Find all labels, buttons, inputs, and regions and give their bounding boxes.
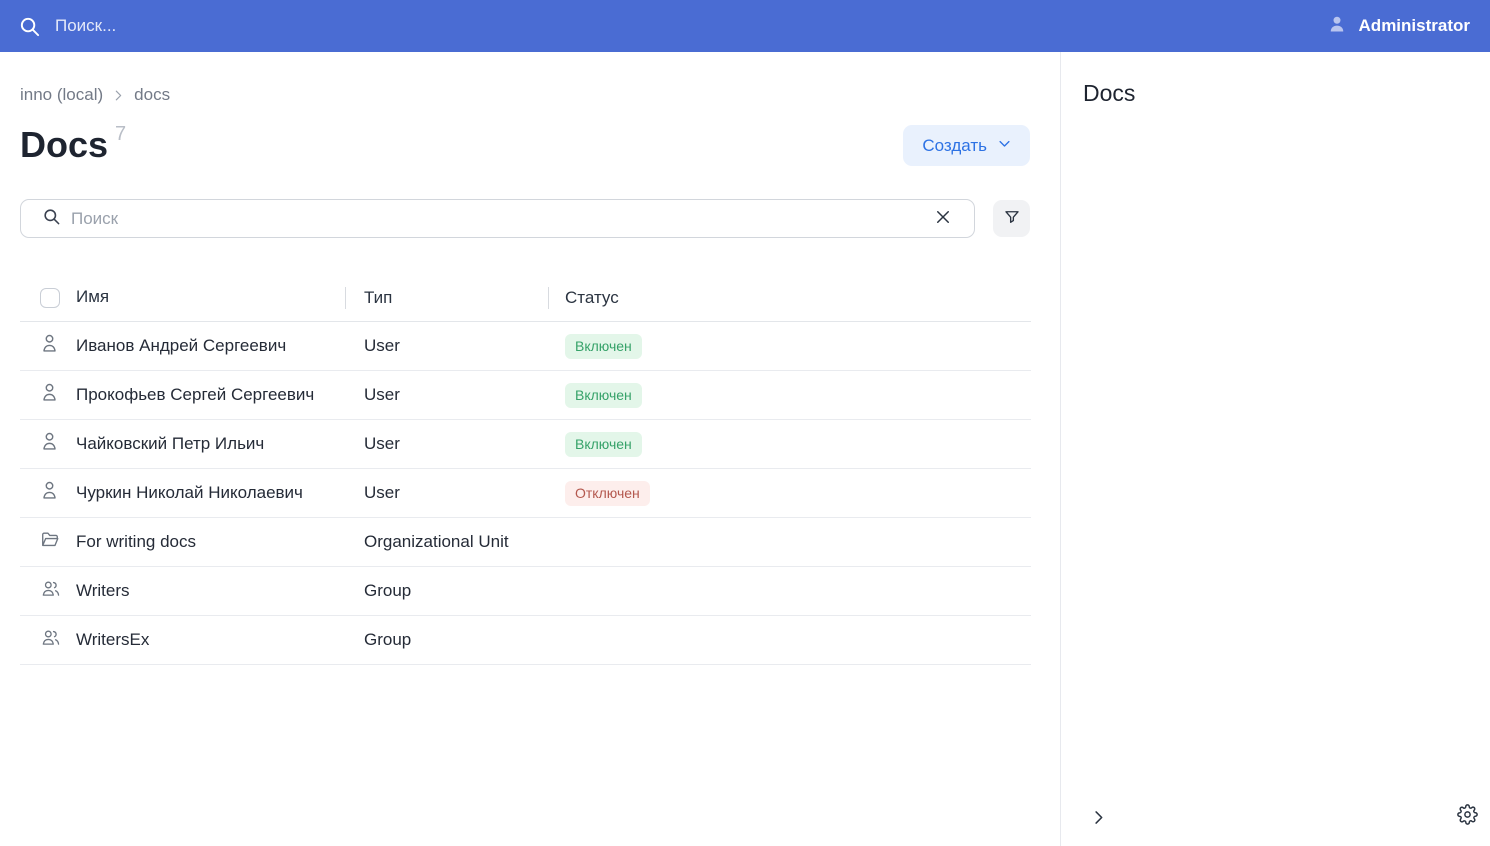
- global-search: [18, 15, 1327, 38]
- row-type: User: [345, 420, 548, 468]
- row-name: Иванов Андрей Сергеевич: [76, 325, 345, 367]
- objects-table: Имя Тип Статус Иванов Андрей Сергеевич U…: [20, 274, 1031, 665]
- table-header: Имя Тип Статус: [20, 274, 1031, 322]
- gear-icon: [1457, 804, 1478, 828]
- table-row[interactable]: WritersEx Group: [20, 616, 1031, 665]
- title-row: Docs7 Создать: [20, 125, 1030, 166]
- settings-button[interactable]: [1453, 800, 1482, 832]
- funnel-icon: [1003, 208, 1021, 229]
- collapse-panel-button[interactable]: [1085, 804, 1112, 834]
- clear-search-button[interactable]: [928, 202, 958, 235]
- table-row[interactable]: Чуркин Николай Николаевич User Отключен: [20, 469, 1031, 518]
- topbar: Administrator: [0, 0, 1490, 52]
- row-type: User: [345, 469, 548, 517]
- search-icon: [18, 15, 41, 38]
- table-row[interactable]: Прокофьев Сергей Сергеевич User Включен: [20, 371, 1031, 420]
- status-badge: Включен: [565, 432, 642, 457]
- search-toolbar: [20, 199, 1030, 238]
- close-icon: [934, 208, 952, 229]
- table-row[interactable]: Иванов Андрей Сергеевич User Включен: [20, 322, 1031, 371]
- row-name: Writers: [76, 570, 345, 612]
- row-type: Group: [345, 567, 548, 615]
- main-content: inno (local) docs Docs7 Создать: [0, 52, 1061, 846]
- page-title: Docs7: [20, 125, 126, 165]
- filter-button[interactable]: [993, 200, 1030, 237]
- row-type: Group: [345, 616, 548, 664]
- status-badge: Включен: [565, 334, 642, 359]
- user-icon: [40, 382, 59, 408]
- row-name: Чайковский Петр Ильич: [76, 423, 345, 465]
- details-panel-title: Docs: [1083, 80, 1135, 107]
- chevron-down-icon: [997, 136, 1012, 156]
- table-body: Иванов Андрей Сергеевич User Включен Про…: [20, 322, 1031, 665]
- row-name: Чуркин Николай Николаевич: [76, 472, 345, 514]
- user-icon: [40, 480, 59, 506]
- search-icon: [42, 207, 61, 231]
- row-type: Organizational Unit: [345, 518, 548, 566]
- avatar-icon: [1327, 14, 1347, 39]
- breadcrumb-item-root[interactable]: inno (local): [20, 85, 103, 105]
- user-name: Administrator: [1359, 16, 1470, 36]
- select-all-checkbox[interactable]: [40, 288, 60, 308]
- column-header-name[interactable]: Имя: [76, 276, 345, 318]
- status-badge: Включен: [565, 383, 642, 408]
- folder-icon: [40, 530, 60, 554]
- table-search-input[interactable]: [71, 209, 928, 229]
- chevron-right-icon: [1089, 808, 1108, 830]
- global-search-input[interactable]: [55, 16, 455, 36]
- chevron-right-icon: [112, 89, 125, 102]
- row-type: User: [345, 322, 548, 370]
- status-badge: Отключен: [565, 481, 650, 506]
- column-header-type[interactable]: Тип: [345, 274, 548, 321]
- details-panel: Docs: [1061, 52, 1490, 846]
- row-name: For writing docs: [76, 521, 345, 563]
- user-icon: [40, 333, 59, 359]
- row-type: User: [345, 371, 548, 419]
- table-row[interactable]: Чайковский Петр Ильич User Включен: [20, 420, 1031, 469]
- column-header-status[interactable]: Статус: [548, 274, 1031, 321]
- table-row[interactable]: For writing docs Organizational Unit: [20, 518, 1031, 567]
- create-button[interactable]: Создать: [903, 125, 1030, 166]
- breadcrumb-item-current[interactable]: docs: [134, 85, 170, 105]
- table-row[interactable]: Writers Group: [20, 567, 1031, 616]
- object-count: 7: [115, 123, 126, 145]
- breadcrumb: inno (local) docs: [20, 85, 1030, 105]
- row-name: WritersEx: [76, 619, 345, 661]
- search-box: [20, 199, 975, 238]
- user-icon: [40, 431, 59, 457]
- group-icon: [40, 578, 61, 604]
- row-name: Прокофьев Сергей Сергеевич: [76, 374, 345, 416]
- user-menu[interactable]: Administrator: [1327, 14, 1470, 39]
- group-icon: [40, 627, 61, 653]
